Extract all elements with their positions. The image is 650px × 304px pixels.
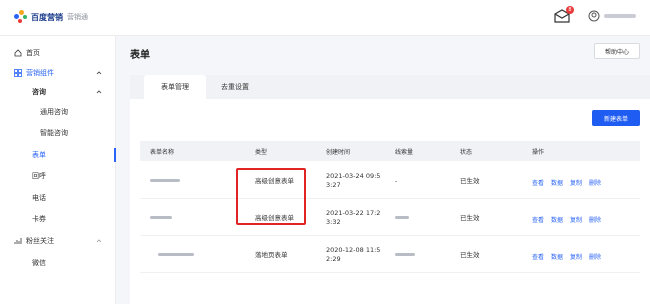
sidebar-item-callback[interactable]: 回呼 — [0, 167, 116, 185]
created-time: 2020-12-08 11:5 2:29 — [326, 246, 381, 263]
message-icon[interactable]: 8 — [554, 6, 574, 23]
delete-link[interactable]: 删除 — [589, 178, 601, 187]
sidebar-item-form[interactable]: 表单 — [0, 146, 116, 164]
status-text: 已生效 — [460, 214, 480, 222]
sidebar-item-smart-consult[interactable]: 智能咨询 — [0, 124, 116, 142]
logo-icon — [14, 10, 28, 24]
new-form-button[interactable]: 新建表单 — [592, 110, 640, 126]
user-icon[interactable] — [588, 10, 600, 22]
chevron-up-icon — [96, 71, 102, 75]
sidebar-item-label: 智能咨询 — [40, 129, 68, 137]
message-badge: 8 — [566, 6, 574, 14]
sidebar-item-consult[interactable]: 咨询 — [0, 83, 116, 101]
data-link[interactable]: 数据 — [551, 252, 563, 261]
home-icon — [14, 49, 22, 57]
delete-link[interactable]: 删除 — [589, 215, 601, 224]
form-type: 落地页表单 — [255, 251, 288, 259]
sidebar-item-label: 回呼 — [32, 172, 46, 180]
sidebar-item-phone[interactable]: 电话 — [0, 189, 116, 207]
form-name-redacted — [158, 253, 194, 256]
sidebar-item-label: 微信 — [32, 259, 46, 267]
data-link[interactable]: 数据 — [551, 178, 563, 187]
sidebar-item-label: 营销组件 — [26, 69, 54, 77]
lead-count-redacted — [395, 253, 415, 256]
grid-icon — [14, 69, 22, 77]
sidebar-item-general-consult[interactable]: 通用咨询 — [0, 103, 116, 121]
column-header: 操作 — [532, 148, 545, 156]
status-text: 已生效 — [460, 177, 480, 185]
help-center-button[interactable]: 帮助中心 — [594, 43, 640, 59]
created-time: 2021-03-24 09:5 3:27 — [326, 172, 381, 189]
sidebar: 首页 营销组件 咨询 通用咨询 智能咨询 表单 回呼 电话 卡券 粉丝关注 微信 — [0, 36, 116, 304]
sidebar-item-label: 咨询 — [32, 88, 46, 96]
sidebar-item-label: 卡券 — [32, 215, 46, 223]
column-header: 线索量 — [395, 148, 414, 156]
lead-count: - — [395, 177, 398, 185]
lead-count-redacted — [395, 216, 409, 219]
tab-dedup-settings[interactable]: 去重设置 — [206, 75, 264, 99]
table-row: 落地页表单 2020-12-08 11:5 2:29 已生效 查看 数据 复制 删… — [140, 237, 640, 273]
sidebar-item-label: 首页 — [26, 49, 40, 57]
data-link[interactable]: 数据 — [551, 215, 563, 224]
tab-form-management[interactable]: 表单管理 — [144, 75, 206, 99]
form-card: 表单管理 去重设置 新建表单 表单名称 类型 创建时间 线索量 状态 操作 高级… — [130, 75, 650, 304]
column-header: 类型 — [255, 148, 268, 156]
sidebar-item-label: 通用咨询 — [40, 108, 68, 116]
view-link[interactable]: 查看 — [532, 178, 544, 187]
logo-text: 百度营销 — [31, 12, 63, 22]
chevron-up-icon — [96, 239, 102, 243]
tabs-bar: 表单管理 去重设置 — [130, 75, 650, 99]
table-row: 高级创意表单 2021-03-22 17:2 3:32 已生效 查看 数据 复制 … — [140, 200, 640, 236]
table-row: 高级创意表单 2021-03-24 09:5 3:27 - 已生效 查看 数据 复… — [140, 163, 640, 199]
sidebar-item-fans-follow[interactable]: 粉丝关注 — [0, 232, 116, 250]
column-header: 创建时间 — [326, 148, 351, 156]
copy-link[interactable]: 复制 — [570, 252, 582, 261]
user-name-redacted[interactable] — [604, 14, 636, 18]
sidebar-item-coupon[interactable]: 卡券 — [0, 210, 116, 228]
top-bar: 百度营销 营销通 8 — [0, 0, 650, 36]
form-name-redacted — [150, 216, 172, 219]
status-text: 已生效 — [460, 251, 480, 259]
logo[interactable]: 百度营销 营销通 — [14, 10, 88, 24]
annotation-highlight-box — [236, 168, 306, 225]
sidebar-item-label: 粉丝关注 — [26, 237, 54, 245]
view-link[interactable]: 查看 — [532, 215, 544, 224]
view-link[interactable]: 查看 — [532, 252, 544, 261]
sidebar-item-marketing-components[interactable]: 营销组件 — [0, 64, 116, 82]
column-header: 表单名称 — [150, 148, 175, 156]
created-time: 2021-03-22 17:2 3:32 — [326, 209, 381, 226]
fans-icon — [14, 238, 22, 244]
column-header: 状态 — [460, 148, 473, 156]
sidebar-item-home[interactable]: 首页 — [0, 44, 116, 62]
copy-link[interactable]: 复制 — [570, 178, 582, 187]
table-header: 表单名称 类型 创建时间 线索量 状态 操作 — [140, 141, 640, 161]
chevron-up-icon — [96, 90, 102, 94]
sidebar-item-label: 表单 — [32, 151, 46, 159]
form-name-redacted — [150, 179, 180, 182]
page-title: 表单 — [130, 50, 150, 61]
delete-link[interactable]: 删除 — [589, 252, 601, 261]
sidebar-item-wechat[interactable]: 微信 — [0, 254, 116, 272]
copy-link[interactable]: 复制 — [570, 215, 582, 224]
logo-subtitle: 营销通 — [67, 13, 88, 21]
main-content: 表单 帮助中心 表单管理 去重设置 新建表单 表单名称 类型 创建时间 线索量 … — [117, 36, 650, 304]
sidebar-item-label: 电话 — [32, 194, 46, 202]
